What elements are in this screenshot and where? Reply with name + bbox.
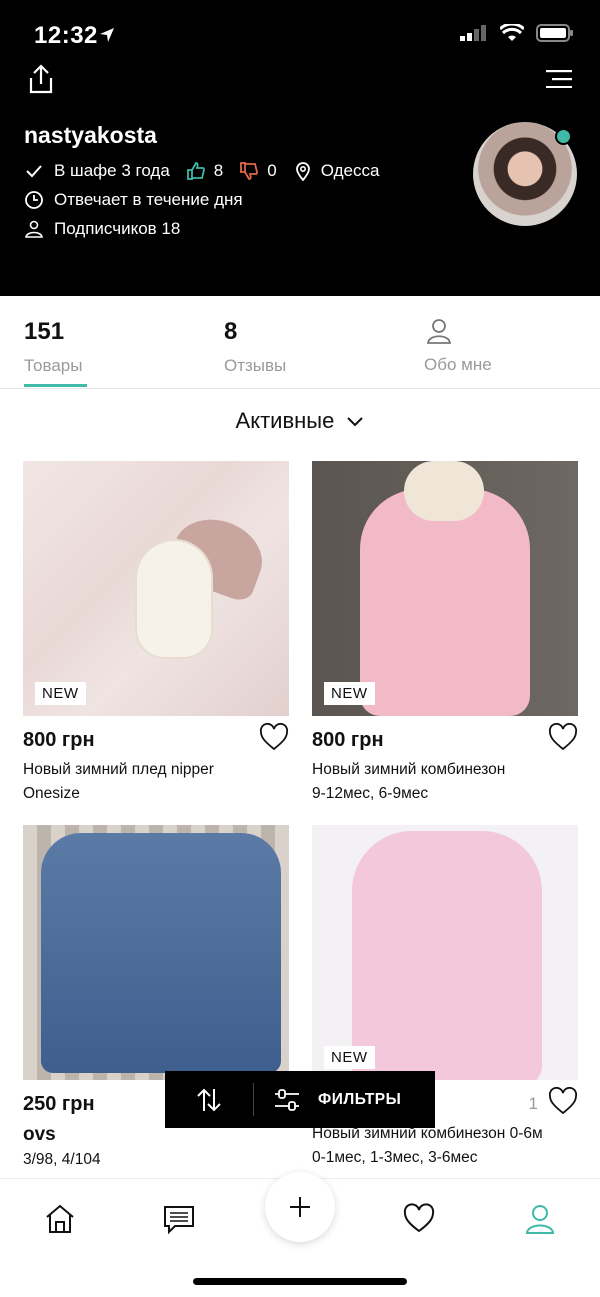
profile-icon[interactable] bbox=[524, 1203, 556, 1235]
product-title: Новый зимний комбинезон bbox=[312, 761, 506, 778]
tab-reviews[interactable]: 8 Отзывы bbox=[224, 318, 286, 376]
product-image[interactable]: NEW bbox=[312, 461, 578, 716]
favorites-heart-icon[interactable] bbox=[403, 1203, 435, 1235]
status-filter-label: Активные bbox=[235, 408, 335, 433]
person-icon bbox=[426, 319, 452, 344]
product-title: Новый зимний плед nipper bbox=[23, 761, 214, 778]
tab-reviews-label: Отзывы bbox=[224, 356, 287, 375]
location-arrow-icon bbox=[100, 28, 114, 42]
product-image[interactable]: NEW bbox=[23, 461, 289, 716]
plus-icon bbox=[290, 1197, 310, 1217]
status-bar: 12:32 bbox=[0, 0, 600, 70]
new-badge: NEW bbox=[324, 682, 375, 705]
sort-filter-bar: ФИЛЬТРЫ bbox=[165, 1071, 435, 1128]
status-time: 12:32 bbox=[34, 22, 98, 49]
product-price: 250 грн bbox=[23, 1093, 95, 1115]
active-tab-indicator bbox=[24, 384, 87, 387]
followers-row[interactable]: Подписчиков 18 bbox=[24, 219, 180, 239]
response-time: Отвечает в течение дня bbox=[54, 190, 243, 209]
online-status-dot bbox=[555, 128, 572, 145]
menu-icon[interactable] bbox=[546, 70, 572, 88]
chevron-down-icon bbox=[347, 417, 364, 427]
product-card[interactable]: NEW 800 грн Новый зимний плед nipper One… bbox=[23, 461, 289, 802]
share-icon[interactable] bbox=[28, 64, 54, 94]
followers-icon bbox=[24, 219, 44, 239]
heart-icon[interactable] bbox=[548, 723, 578, 751]
sort-button[interactable] bbox=[165, 1071, 253, 1128]
product-size: 3/98, 4/104 bbox=[23, 1151, 101, 1168]
tab-about-label: Обо мне bbox=[424, 355, 492, 374]
wardrobe-duration: В шафе 3 года bbox=[54, 161, 170, 180]
username: nastyakosta bbox=[24, 122, 157, 148]
product-size: 9-12мес, 6-9мес bbox=[312, 785, 429, 802]
reviews-count: 8 bbox=[224, 318, 238, 345]
add-item-button[interactable] bbox=[265, 1172, 335, 1242]
product-size: Onesize bbox=[23, 785, 80, 802]
check-icon bbox=[24, 161, 44, 181]
status-indicators bbox=[460, 24, 574, 42]
messages-icon[interactable] bbox=[163, 1203, 195, 1235]
tab-goods-label: Товары bbox=[24, 356, 83, 375]
goods-count: 151 bbox=[24, 318, 65, 345]
home-indicator bbox=[193, 1278, 407, 1285]
profile-stats-row: В шафе 3 года 8 0 Одесса bbox=[24, 161, 379, 181]
likes-count: 8 bbox=[213, 161, 224, 180]
profile-header: 12:32 nastyakosta В шафе 3 года 8 0 Одес… bbox=[0, 0, 600, 296]
tab-goods[interactable]: 151 Товары bbox=[24, 318, 82, 376]
home-icon[interactable] bbox=[44, 1203, 76, 1235]
profile-tabs: 151 Товары 8 Отзывы Обо мне bbox=[0, 296, 600, 389]
heart-icon[interactable] bbox=[548, 1087, 578, 1115]
city: Одесса bbox=[320, 161, 380, 180]
filters-button[interactable]: ФИЛЬТРЫ bbox=[254, 1071, 435, 1128]
thumbs-down-icon bbox=[239, 161, 259, 181]
filter-icon bbox=[275, 1088, 299, 1111]
response-time-row: Отвечает в течение дня bbox=[24, 190, 243, 210]
product-card[interactable]: 250 грн ovs 3/98, 4/104 bbox=[23, 825, 289, 1168]
product-card[interactable]: NEW 1 Новый зимний комбинезон 0-6м 0-1ме… bbox=[312, 825, 578, 1166]
new-badge: NEW bbox=[324, 1046, 375, 1069]
dislikes-count: 0 bbox=[267, 161, 277, 180]
signal-icon bbox=[460, 25, 486, 41]
heart-icon[interactable] bbox=[259, 723, 289, 751]
product-image[interactable]: NEW bbox=[312, 825, 578, 1080]
product-price: 800 грн bbox=[312, 729, 384, 751]
product-likes-count: 1 bbox=[528, 1094, 538, 1113]
battery-icon bbox=[536, 24, 573, 42]
clock-icon bbox=[24, 190, 44, 210]
product-size: 0-1мес, 1-3мес, 3-6мес bbox=[312, 1149, 478, 1166]
product-image[interactable] bbox=[23, 825, 289, 1080]
product-brand: ovs bbox=[23, 1124, 56, 1145]
product-card[interactable]: NEW 800 грн Новый зимний комбинезон 9-12… bbox=[312, 461, 578, 802]
followers-count: Подписчиков 18 bbox=[54, 219, 181, 238]
product-price: 800 грн bbox=[23, 729, 95, 751]
wifi-icon bbox=[500, 24, 524, 41]
sort-icon bbox=[197, 1088, 221, 1111]
filters-label: ФИЛЬТРЫ bbox=[318, 1090, 402, 1108]
location-pin-icon bbox=[293, 161, 313, 181]
new-badge: NEW bbox=[35, 682, 86, 705]
tab-about[interactable]: Обо мне bbox=[424, 318, 492, 375]
thumbs-up-icon bbox=[186, 161, 206, 181]
status-filter-dropdown[interactable]: Активные bbox=[0, 408, 600, 434]
